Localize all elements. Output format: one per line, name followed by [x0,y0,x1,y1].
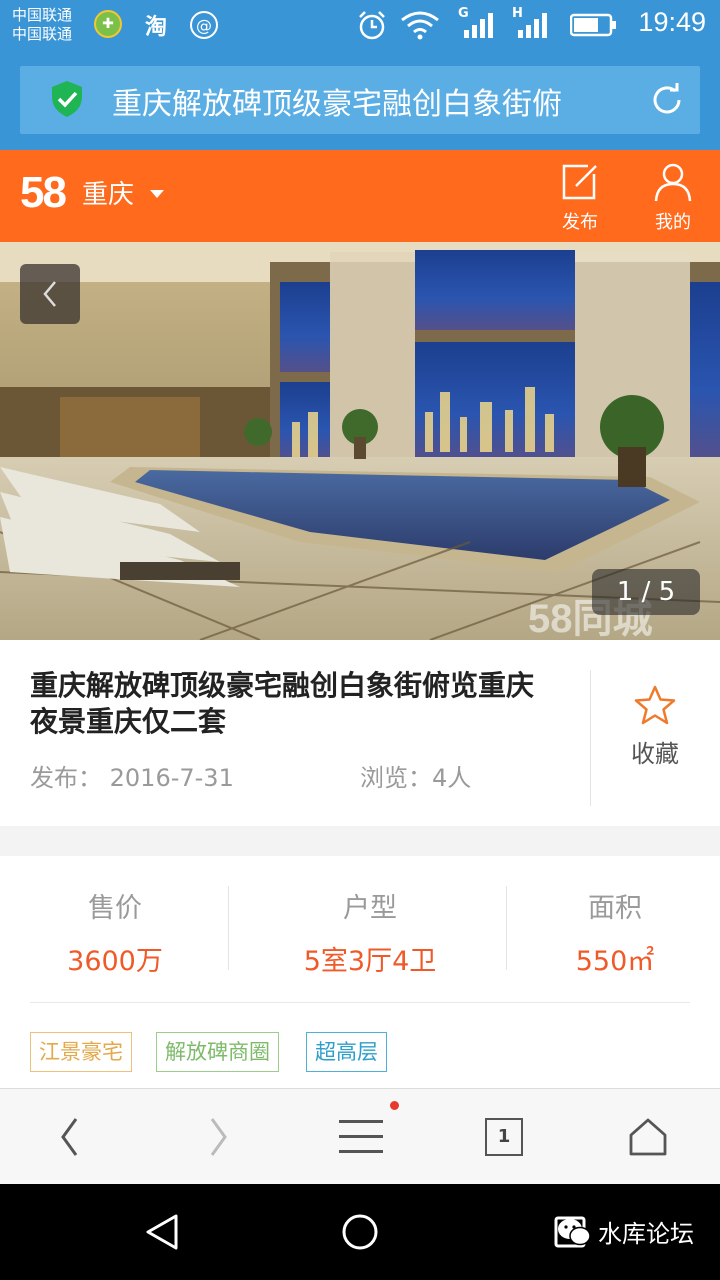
browser-address-area: 重庆解放碑顶级豪宅融创白象街俯 [0,50,720,150]
carrier-2: 中国联通 [12,25,73,43]
edit-icon [562,164,597,200]
listing-header-card: 重庆解放碑顶级豪宅融创白象街俯览重庆夜景重庆仅二套 发布： 2016-7-31 … [0,640,720,826]
chevron-left-icon [61,1118,78,1156]
system-back-button[interactable] [132,1202,192,1262]
profile-label: 我的 [655,212,691,233]
favorite-label: 收藏 [631,740,679,768]
notification-dot [390,1101,399,1110]
photo-gallery[interactable]: 58同城 1 / 5 [0,242,720,640]
security-shield-icon [52,81,82,117]
clock: 19:49 [638,7,706,37]
listing-title: 重庆解放碑顶级豪宅融创白象街俯览重庆夜景重庆仅二套 [30,669,535,738]
watermark-text: 水库论坛 [598,1220,694,1248]
view-info: 浏览：4人 [360,758,471,793]
menu-icon [339,1120,383,1153]
layout-label: 户型 [343,893,397,924]
wechat-icon [558,1218,591,1245]
tag-item: 解放碑商圈 [156,1032,279,1072]
system-home-button[interactable] [330,1202,390,1262]
gallery-back-button[interactable] [20,264,80,324]
user-icon [654,163,692,202]
price-value: 3600万 [67,946,163,977]
area-label: 面积 [588,893,642,924]
address-bar[interactable]: 重庆解放碑顶级豪宅融创白象街俯 [20,66,700,134]
alarm-icon [359,11,385,40]
stat-price: 售价 3600万 [0,886,230,978]
browser-back-button[interactable] [40,1107,100,1167]
layout-value: 5室3厅4卫 [303,946,437,977]
profile-button[interactable]: 我的 [638,162,708,234]
chevron-left-icon [43,281,56,307]
forum-watermark: 水库论坛 [556,1214,694,1249]
system-navigation-bar: 水库论坛 [0,1184,720,1280]
taobao-icon: 淘 [144,15,167,40]
property-stats: 售价 3600万 户型 5室3厅4卫 面积 550㎡ 江景豪宅 解放碑商圈 超高… [0,856,720,1088]
city-selector[interactable]: 重庆 [82,174,134,211]
tab-count: 1 [485,1118,523,1156]
stat-layout: 户型 5室3厅4卫 [255,886,485,978]
photo-counter: 1 / 5 [592,569,700,615]
wifi-icon [401,11,439,40]
triangle-back-icon [146,1214,178,1250]
favorite-button[interactable]: 收藏 [610,684,700,769]
carrier-1: 中国联通 [12,6,73,24]
signal-icon-1 [464,13,493,38]
views-prefix: 浏览： [360,764,432,792]
divider [590,670,591,806]
tag-item: 江景豪宅 [30,1032,132,1072]
section-gap [0,826,720,856]
at-notification-icon: @ [190,11,218,39]
battery-icon [570,13,616,37]
views-count: 4人 [432,764,472,792]
app-notification-icon: ✚ [94,10,122,38]
price-label: 售价 [88,893,142,924]
star-icon [634,685,676,725]
tag-item: 超高层 [306,1032,387,1072]
circle-home-icon [342,1214,378,1250]
chevron-right-icon [210,1118,227,1156]
home-icon [629,1118,667,1156]
carrier-labels: 中国联通 中国联通 [12,6,72,44]
publish-label: 发布 [562,212,598,233]
chevron-down-icon[interactable] [150,190,164,198]
tabs-button[interactable]: 1 [474,1107,534,1167]
page-title: 重庆解放碑顶级豪宅融创白象街俯 [112,87,562,122]
divider [228,886,229,970]
publish-info: 发布： 2016-7-31 [30,758,234,793]
area-value: 550㎡ [575,946,655,977]
publish-prefix: 发布： [30,764,102,792]
site-header: 58 重庆 发布 我的 [0,150,720,242]
site-logo[interactable]: 58 [20,168,67,218]
publish-date: 2016-7-31 [109,764,234,792]
reload-icon[interactable] [648,81,686,119]
browser-menu-button[interactable] [330,1107,392,1167]
browser-forward-button[interactable] [188,1107,248,1167]
divider [30,1002,690,1003]
publish-button[interactable]: 发布 [545,162,615,234]
browser-home-button[interactable] [618,1107,678,1167]
browser-toolbar: 1 [0,1088,720,1184]
signal-icon-2 [518,13,547,38]
stat-area: 面积 550㎡ [500,886,720,978]
status-bar: 中国联通 中国联通 ✚ 淘 @ G H 19:49 [0,0,720,50]
